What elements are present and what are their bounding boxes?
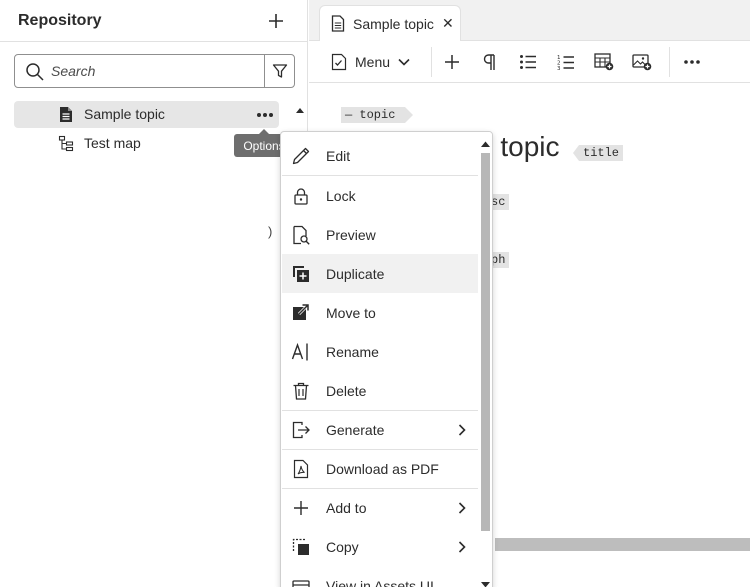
menu-item-label: Copy	[326, 539, 359, 555]
filter-button[interactable]	[264, 55, 295, 87]
menu-item-label: Move to	[326, 305, 376, 321]
preview-icon	[291, 225, 311, 245]
repository-header: Repository	[0, 0, 308, 42]
menu-item-label: View in Assets UI	[326, 578, 434, 587]
menu-item-copy[interactable]: Copy	[282, 527, 478, 566]
duplicate-icon	[291, 264, 311, 284]
map-icon	[58, 135, 74, 152]
menu-item-delete[interactable]: Delete	[282, 371, 478, 410]
menu-scroll-thumb[interactable]	[481, 153, 490, 531]
menu-item-label: Delete	[326, 383, 367, 399]
insert-image-button[interactable]	[631, 50, 653, 74]
paragraph-icon	[483, 54, 495, 70]
toolbar-divider	[669, 47, 670, 77]
lock-icon	[291, 186, 311, 206]
tree-item-label: Sample topic	[84, 106, 165, 122]
tree-item-sample-topic[interactable]: Sample topic	[14, 101, 279, 128]
menu-doc-icon	[331, 53, 347, 71]
paragraph-button[interactable]	[479, 50, 499, 74]
more-tools-button[interactable]	[681, 50, 703, 74]
menu-button[interactable]: Menu	[331, 50, 410, 74]
table-icon	[594, 53, 614, 71]
chevron-right-icon	[457, 500, 467, 516]
menu-item-label: Generate	[326, 422, 385, 438]
menu-item-add-to[interactable]: Add to	[282, 488, 478, 527]
numbered-list-icon: 123	[557, 55, 574, 71]
export-icon	[291, 420, 311, 440]
menu-item-label: Rename	[326, 344, 379, 360]
search-icon	[25, 62, 45, 82]
menu-label: Menu	[355, 54, 391, 70]
plus-icon	[445, 55, 459, 69]
document-icon	[331, 15, 345, 32]
scroll-up-arrow[interactable]	[295, 103, 305, 113]
menu-item-label: Duplicate	[326, 266, 385, 282]
menu-item-label: Lock	[326, 188, 356, 204]
menu-item-duplicate[interactable]: Duplicate	[282, 254, 478, 293]
trash-icon	[291, 381, 311, 401]
bulleted-list-icon	[520, 55, 536, 69]
copy-icon	[291, 537, 311, 557]
image-icon	[632, 54, 652, 71]
tab-sample-topic[interactable]: Sample topic ✕	[319, 5, 461, 41]
chevron-down-icon	[398, 58, 410, 66]
chevron-right-icon	[457, 539, 467, 555]
menu-item-generate[interactable]: Generate	[282, 410, 478, 449]
menu-item-label: Download as PDF	[326, 461, 439, 477]
scroll-up-arrow[interactable]	[480, 135, 491, 147]
partial-glyph: )	[268, 224, 273, 239]
menu-item-label: Preview	[326, 227, 376, 243]
svg-text:3: 3	[557, 66, 561, 71]
repository-title: Repository	[18, 12, 102, 29]
more-options-icon[interactable]	[254, 108, 276, 122]
assets-icon	[291, 576, 311, 587]
close-icon[interactable]: ✕	[442, 16, 454, 30]
options-context-menu: Edit Lock Preview Duplicate Move to Rena…	[280, 131, 493, 587]
title-tag[interactable]: title	[572, 145, 624, 161]
horizontal-scrollbar[interactable]	[495, 538, 750, 551]
toolbar-divider	[431, 47, 432, 77]
menu-item-label: Add to	[326, 500, 367, 516]
repository-panel: Repository Sample topic Test map Options…	[0, 0, 308, 587]
tree-item-label: Test map	[84, 135, 141, 151]
tab-bar: Sample topic ✕	[309, 0, 750, 41]
menu-item-lock[interactable]: Lock	[282, 176, 478, 215]
bulleted-list-button[interactable]	[517, 50, 539, 74]
rename-icon	[291, 342, 311, 362]
menu-item-move-to[interactable]: Move to	[282, 293, 478, 332]
menu-item-label: Edit	[326, 148, 351, 164]
filter-icon	[272, 64, 288, 78]
move-icon	[291, 303, 311, 323]
editor-toolbar: Menu 123	[309, 41, 750, 83]
pencil-icon	[291, 146, 311, 166]
menu-item-view-in-assets[interactable]: View in Assets UI	[282, 566, 478, 587]
numbered-list-button[interactable]: 123	[555, 50, 577, 74]
document-icon	[58, 106, 74, 123]
tab-label: Sample topic	[353, 16, 434, 32]
search-box	[14, 54, 295, 88]
plus-icon	[291, 498, 311, 518]
insert-element-button[interactable]	[442, 50, 462, 74]
menu-item-rename[interactable]: Rename	[282, 332, 478, 371]
menu-item-download-pdf[interactable]: Download as PDF	[282, 449, 478, 488]
pdf-icon	[291, 459, 311, 479]
insert-table-button[interactable]	[593, 50, 615, 74]
scroll-down-arrow[interactable]	[480, 576, 491, 587]
menu-scrollbar[interactable]	[479, 132, 492, 587]
menu-item-edit[interactable]: Edit	[282, 136, 478, 175]
menu-item-preview[interactable]: Preview	[282, 215, 478, 254]
chevron-right-icon	[457, 422, 467, 438]
add-icon[interactable]	[264, 9, 288, 33]
topic-tag[interactable]: — topic	[341, 107, 414, 123]
more-icon	[684, 60, 700, 64]
search-input[interactable]	[51, 61, 261, 81]
